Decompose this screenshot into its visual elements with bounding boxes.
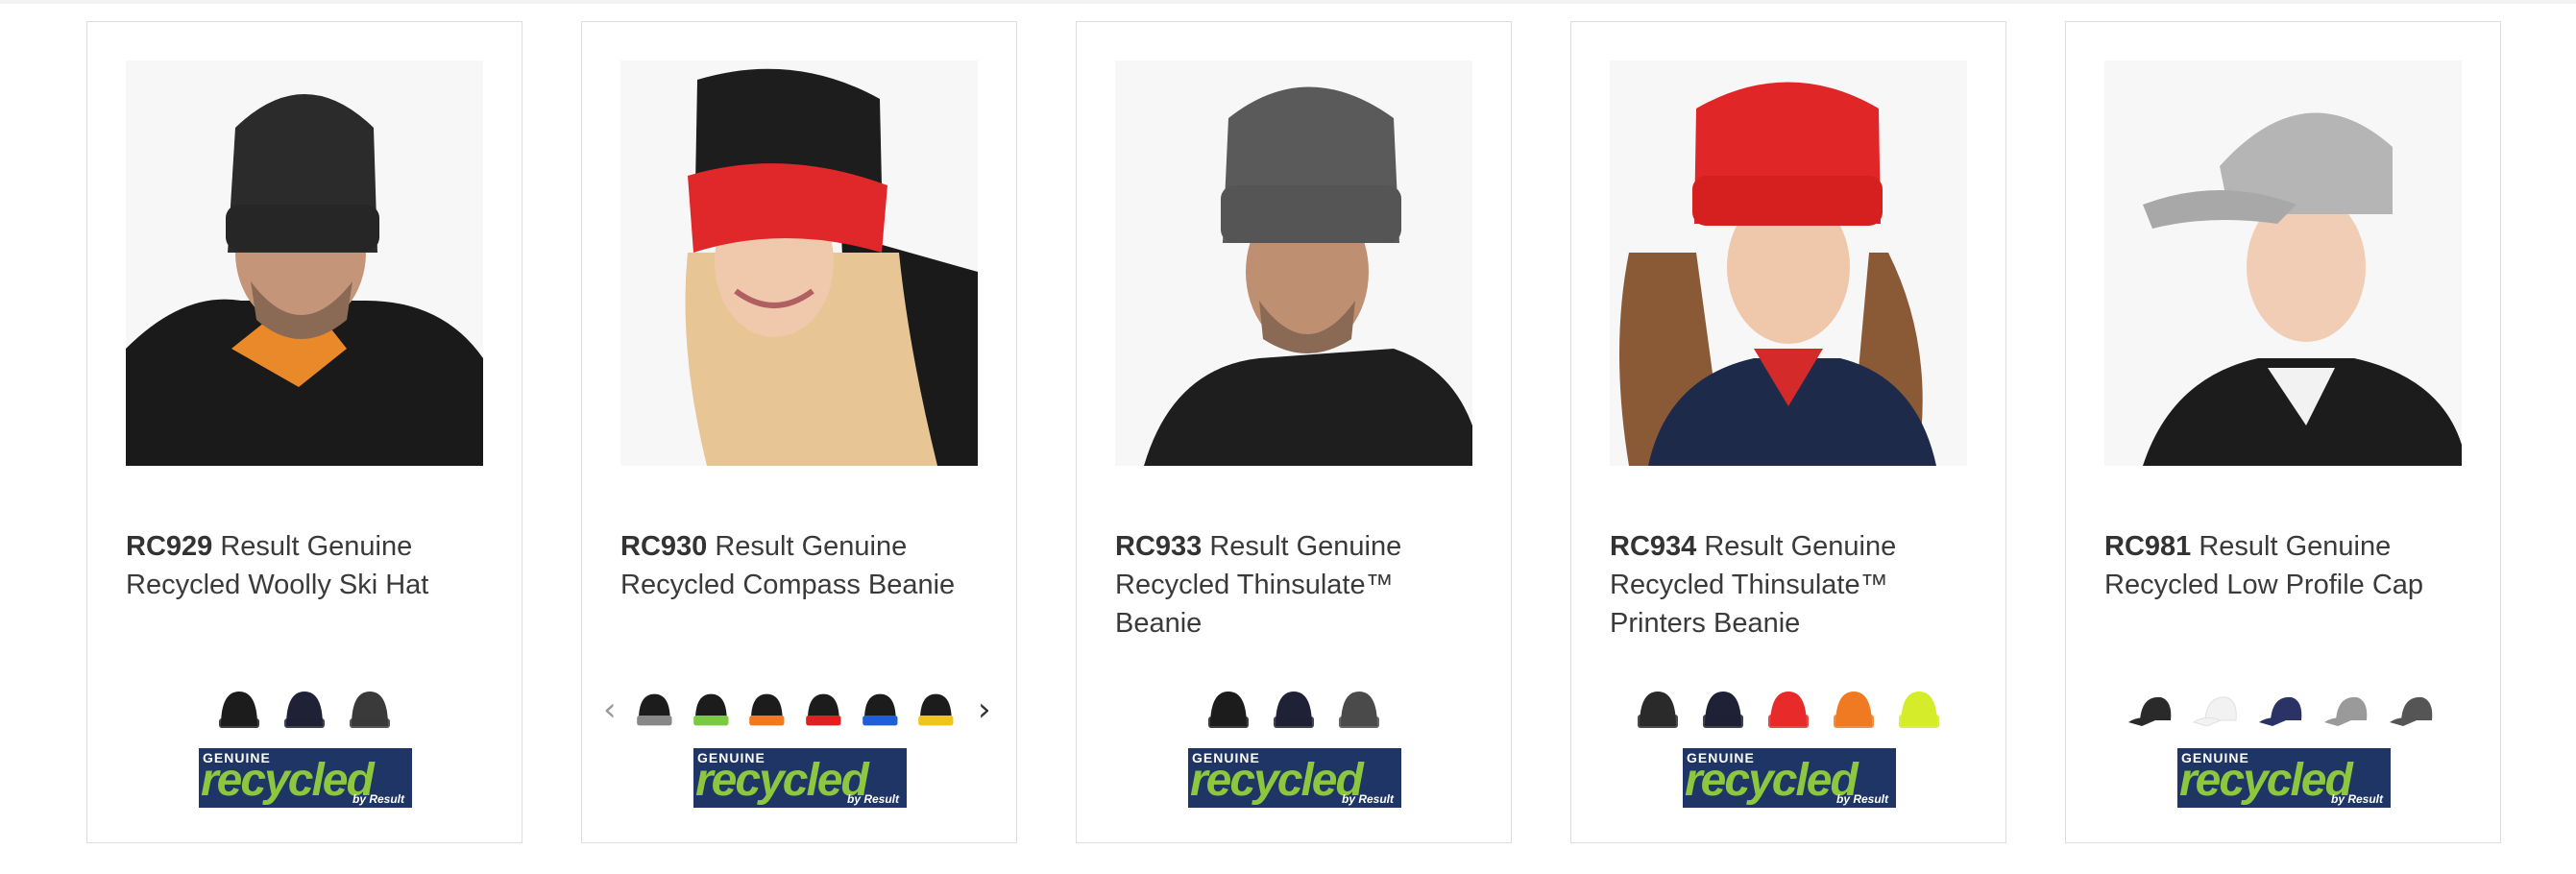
product-code: RC934 xyxy=(1610,531,1697,562)
product-image[interactable] xyxy=(1610,61,1967,466)
product-title[interactable]: RC933 Result Genuine Recycled Thinsulate… xyxy=(1115,527,1480,643)
product-image[interactable] xyxy=(620,61,978,466)
beanie-swatch[interactable] xyxy=(689,684,734,736)
chevron-left-icon[interactable]: ‹ xyxy=(603,691,617,729)
color-swatches xyxy=(87,679,522,740)
genuine-recycled-logo: GENUINE recycled by Result xyxy=(693,748,907,808)
product-title[interactable]: RC981 Result Genuine Recycled Low Profil… xyxy=(2104,527,2469,604)
beanie-swatch[interactable] xyxy=(1333,684,1385,736)
cap-swatch[interactable] xyxy=(2126,684,2178,736)
beanie-swatch[interactable] xyxy=(801,684,846,736)
product-card[interactable]: RC929 Result Genuine Recycled Woolly Ski… xyxy=(86,21,522,843)
product-card[interactable]: RC930 Result Genuine Recycled Compass Be… xyxy=(581,21,1017,843)
beanie-swatch[interactable] xyxy=(1268,684,1320,736)
beanie-swatch[interactable] xyxy=(1828,684,1880,736)
beanie-swatch[interactable] xyxy=(744,684,790,736)
color-swatches xyxy=(2066,679,2500,740)
genuine-recycled-logo: GENUINE recycled by Result xyxy=(1683,748,1896,808)
beanie-swatch[interactable] xyxy=(1203,684,1254,736)
cap-swatch[interactable] xyxy=(2388,684,2440,736)
product-code: RC981 xyxy=(2104,531,2192,562)
beanie-swatch[interactable] xyxy=(344,684,396,736)
beanie-swatch[interactable] xyxy=(913,684,959,736)
beanie-swatch[interactable] xyxy=(632,684,677,736)
product-code: RC933 xyxy=(1115,531,1203,562)
genuine-recycled-logo: GENUINE recycled by Result xyxy=(2177,748,2391,808)
product-image[interactable] xyxy=(2104,61,2462,466)
beanie-swatch[interactable] xyxy=(279,684,330,736)
color-swatches xyxy=(1077,679,1511,740)
color-swatches xyxy=(1571,679,2005,740)
cap-swatch[interactable] xyxy=(2192,684,2244,736)
color-swatches xyxy=(632,679,959,740)
cap-swatch[interactable] xyxy=(2257,684,2309,736)
beanie-swatch[interactable] xyxy=(1762,684,1814,736)
beanie-swatch[interactable] xyxy=(1893,684,1945,736)
product-card[interactable]: RC981 Result Genuine Recycled Low Profil… xyxy=(2065,21,2501,843)
product-code: RC930 xyxy=(620,531,708,562)
product-image[interactable] xyxy=(126,61,483,466)
product-title[interactable]: RC934 Result Genuine Recycled Thinsulate… xyxy=(1610,527,1975,643)
product-title[interactable]: RC929 Result Genuine Recycled Woolly Ski… xyxy=(126,527,491,604)
product-code: RC929 xyxy=(126,531,213,562)
top-divider xyxy=(0,0,2576,4)
product-title[interactable]: RC930 Result Genuine Recycled Compass Be… xyxy=(620,527,985,604)
product-image[interactable] xyxy=(1115,61,1472,466)
beanie-swatch[interactable] xyxy=(858,684,903,736)
cap-swatch[interactable] xyxy=(2322,684,2374,736)
chevron-right-icon[interactable]: › xyxy=(978,691,991,729)
beanie-swatch[interactable] xyxy=(1632,684,1684,736)
beanie-swatch[interactable] xyxy=(213,684,265,736)
genuine-recycled-logo: GENUINE recycled by Result xyxy=(199,748,412,808)
product-card[interactable]: RC933 Result Genuine Recycled Thinsulate… xyxy=(1076,21,1512,843)
beanie-swatch[interactable] xyxy=(1697,684,1749,736)
genuine-recycled-logo: GENUINE recycled by Result xyxy=(1188,748,1401,808)
product-card[interactable]: RC934 Result Genuine Recycled Thinsulate… xyxy=(1570,21,2006,843)
